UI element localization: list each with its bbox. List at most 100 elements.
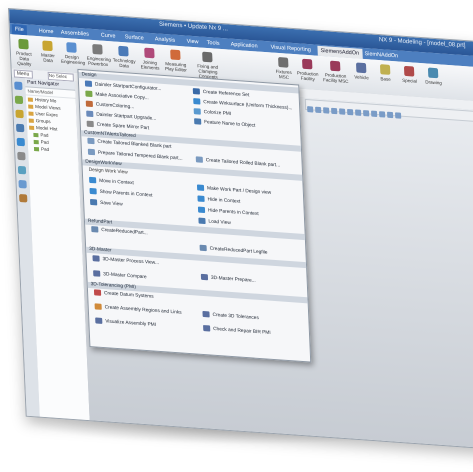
drawing-icon [427,67,439,79]
display-icon[interactable] [394,112,402,119]
measuring-play-editor-button[interactable]: Measuring Play Editor [164,47,187,79]
visualize-pmi-icon [95,317,103,324]
web-browser-icon[interactable] [16,137,25,147]
model-history-icon [29,125,35,130]
menu-item[interactable]: Check and Repair BIR PMI [203,324,271,338]
base-icon [379,64,391,75]
special-icon [403,65,415,77]
show-parents-icon [89,187,97,195]
zoom-icon[interactable] [315,106,322,114]
window-title: Siemens • Update Nx 9 ... [158,21,228,33]
part-navigator-icon[interactable] [14,81,23,91]
work-part-icon [196,184,205,191]
filter-icon[interactable] [379,111,386,118]
menu-item[interactable]: Hide in Context [197,195,240,206]
process-view-icon [92,255,100,262]
nx-window: Siemens • Update Nx 9 ... NX 9 - Modelin… [8,8,473,450]
technology-data-button[interactable]: Technology Data [112,43,136,75]
copy-icon [85,90,93,98]
addon-dropdown-menu: Design Daimler StartpartConfigurator... … [77,68,312,363]
snap-icon[interactable] [371,110,378,118]
menu-item[interactable]: Hide Parents in Context [197,206,259,219]
screenshot-scene: Siemens • Update Nx 9 ... NX 9 - Modelin… [0,0,473,472]
measuring-icon [170,49,181,61]
menu-item[interactable]: Save View [89,198,123,209]
history-mode-icon [27,97,33,102]
master-data-button[interactable]: Master Data [36,38,59,70]
joining-elements-button[interactable]: Joining Elements [138,45,161,77]
vehicle-icon [355,62,367,74]
section-icon[interactable] [355,109,362,116]
model-views-icon [28,104,34,109]
hide-icon [197,195,205,202]
render-style-icon[interactable] [347,108,354,116]
production-facility-button[interactable]: Production Facility [296,56,319,88]
configurator-icon [84,80,93,87]
tempered-blank-icon [87,148,96,156]
facility-icon [302,58,313,70]
wirksurface-icon [193,98,201,105]
drawing-button[interactable]: Drawing [422,65,445,97]
roles-icon[interactable] [19,193,28,203]
production-facility-msc-button[interactable]: Production Facility MSC [322,58,349,90]
upgrade-icon [86,110,94,118]
load-view-icon [198,217,206,225]
compare-icon [93,270,101,277]
menu-item[interactable]: Show Parents in Context [89,187,153,200]
rolled-blank-icon [195,156,203,163]
menu-item[interactable]: 3D-Master Prepare... [200,273,256,286]
menu-item[interactable]: Create 3D Tolerances [202,310,259,323]
prepare-icon [200,273,209,281]
clamp-icon [202,51,213,63]
process-studio-icon[interactable] [18,179,27,189]
window-title-right: NX 9 - Modeling - [model_08.prt] [378,37,466,50]
feature-icon [33,146,40,152]
menu-item[interactable]: Create Assembly Regions and Links [94,303,182,317]
technology-icon [118,45,129,57]
fit-view-icon[interactable] [307,106,314,113]
tolerances-icon [202,310,210,318]
settings-icon[interactable] [387,111,394,119]
reference-set-icon [192,88,201,95]
save-view-icon [89,198,98,206]
assembly-regions-icon [94,303,102,310]
datum-systems-icon [93,289,102,296]
assembly-navigator-icon[interactable] [14,95,24,105]
menu-item[interactable]: Move in Context [89,176,134,188]
user-expressions-icon [28,111,34,116]
engineering-powerbox-button[interactable]: Engineering Powerbox [86,42,111,74]
menu-item[interactable]: Colorize PMI [193,108,232,119]
hide-parents-icon [197,206,206,214]
rotate-icon[interactable] [323,107,330,114]
menu-item[interactable]: Feature Name to Object [194,118,255,130]
colorize-pmi-icon [193,108,201,115]
powerbox-icon [92,43,103,55]
feature-name-icon [194,118,202,125]
constraint-navigator-icon[interactable] [15,109,24,119]
reduced-part-logfile-icon [199,244,207,252]
special-button[interactable]: Special [398,63,421,95]
reuse-library-icon[interactable] [16,123,25,133]
fixtures-msc-button[interactable]: Fixtures MSC [272,55,295,87]
fixtures-icon [278,57,289,68]
orient-view-icon[interactable] [339,108,346,115]
check-repair-icon [203,324,211,332]
master-data-icon [42,40,53,52]
design-engineering-button[interactable]: Design Engineering [60,40,85,72]
layer-icon[interactable] [363,110,370,117]
quality-icon [18,38,29,50]
mirror-part-icon [86,120,94,128]
feature-icon [33,139,39,145]
history-icon[interactable] [17,151,26,161]
vehicle-button[interactable]: Vehicle [350,60,373,92]
joining-icon [144,47,155,59]
menu-item[interactable]: 3D-Master Compare [93,270,147,282]
pan-icon[interactable] [331,107,338,115]
base-button[interactable]: Base [374,62,397,94]
reduced-part-icon [91,226,99,233]
menu-item[interactable]: Visualize Assembly PMI [95,317,156,329]
facility-msc-icon [330,60,341,72]
design-icon [66,42,77,53]
product-data-quality-button[interactable]: Product Data Quality [12,36,35,68]
system-materials-icon[interactable] [17,165,27,175]
